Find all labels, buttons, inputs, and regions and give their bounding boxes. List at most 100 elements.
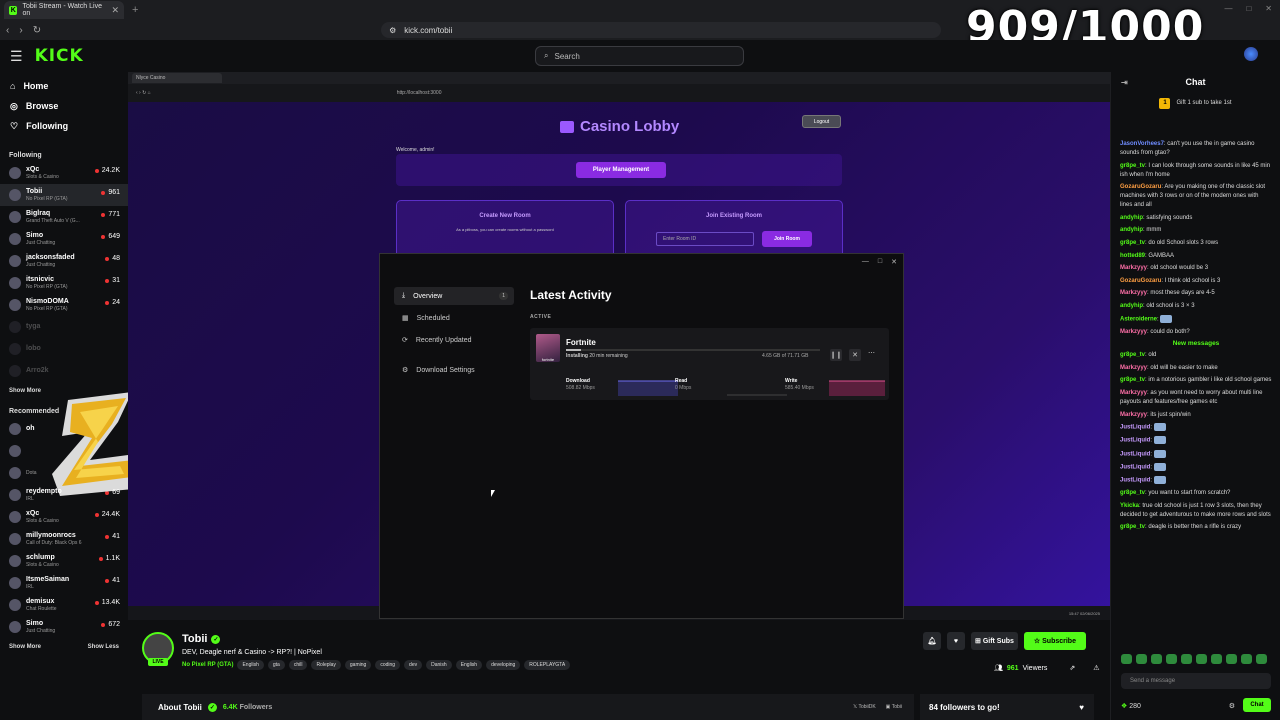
emote-icon[interactable] bbox=[1196, 654, 1207, 664]
forward-icon[interactable]: › bbox=[19, 25, 22, 36]
close-window-icon[interactable]: ✕ bbox=[1265, 4, 1272, 13]
chat-username[interactable]: andyhip bbox=[1120, 215, 1143, 221]
chat-username[interactable]: JasonVorhees7 bbox=[1120, 141, 1164, 147]
sidebar-channel-row[interactable]: xQc Slots & Casino 24.2K bbox=[0, 162, 128, 184]
stream-tag[interactable]: gaming bbox=[344, 660, 372, 670]
chat-username[interactable]: Markzyyy bbox=[1120, 390, 1147, 396]
chat-username[interactable]: Ykicka bbox=[1120, 503, 1139, 509]
follow-heart-icon[interactable]: ♥ bbox=[947, 632, 965, 650]
chat-username[interactable]: JustLiquid bbox=[1120, 478, 1150, 484]
sidebar-item-following[interactable]: ♡ Following bbox=[0, 116, 128, 136]
stream-tag[interactable]: chill bbox=[288, 660, 308, 670]
chat-username[interactable]: gr8pe_tv bbox=[1120, 524, 1145, 530]
collapse-chat-icon[interactable]: ⇥ bbox=[1121, 78, 1128, 87]
sidebar-channel-row[interactable]: millymoonrocs Call of Duty: Black Ops 6 41 bbox=[0, 528, 128, 550]
sidebar-channel-row[interactable]: demisux Chat Roulette 13.4K bbox=[0, 594, 128, 616]
sidebar-item-browse[interactable]: ◎ Browse bbox=[0, 96, 128, 116]
sidebar-channel-row[interactable]: Simo Just Chatting 649 bbox=[0, 228, 128, 250]
chat-username[interactable]: JustLiquid bbox=[1120, 464, 1150, 470]
stream-tag[interactable]: gta bbox=[267, 660, 285, 670]
chat-username[interactable]: gr8pe_tv bbox=[1120, 377, 1145, 383]
stream-tag[interactable]: English bbox=[455, 660, 483, 670]
browser-tab[interactable]: K Tobii Stream - Watch Live on ✕ bbox=[4, 1, 124, 19]
chat-username[interactable]: gr8pe_tv bbox=[1120, 163, 1145, 169]
stream-tag[interactable]: coding bbox=[375, 660, 401, 670]
sidebar-channel-row[interactable]: Arro2k bbox=[0, 360, 128, 382]
emote-icon[interactable] bbox=[1151, 654, 1162, 664]
category-link[interactable]: No Pixel RP (GTA) bbox=[182, 662, 233, 668]
chat-username[interactable]: hotted89 bbox=[1120, 253, 1145, 259]
chat-username[interactable]: andyhip bbox=[1120, 303, 1143, 309]
sidebar-channel-row[interactable]: jacksonsfaded Just Chatting 48 bbox=[0, 250, 128, 272]
menu-icon[interactable]: ☰ bbox=[10, 48, 23, 65]
chat-username[interactable]: gr8pe_tv bbox=[1120, 352, 1145, 358]
sidebar-channel-row[interactable]: NismoDOMA No Pixel RP (GTA) 24 bbox=[0, 294, 128, 316]
chat-username[interactable]: JustLiquid bbox=[1120, 451, 1150, 457]
share-icon[interactable]: ⇗ bbox=[1069, 664, 1075, 672]
stream-tag[interactable]: dev bbox=[404, 660, 423, 670]
subscribe-button[interactable]: ☆ Subscribe bbox=[1023, 632, 1086, 650]
show-more-button[interactable]: Show More bbox=[9, 644, 41, 650]
emote-icon[interactable] bbox=[1181, 654, 1192, 664]
search-input[interactable]: ⌕ Search bbox=[535, 46, 744, 66]
sidebar-channel-row[interactable]: lobo bbox=[0, 338, 128, 360]
emote-icon[interactable] bbox=[1211, 654, 1222, 664]
emote-icon[interactable] bbox=[1256, 654, 1267, 664]
chat-username[interactable]: gr8pe_tv bbox=[1120, 240, 1145, 246]
sidebar-channel-row[interactable]: xQc Slots & Casino 24.4K bbox=[0, 506, 128, 528]
reload-icon[interactable]: ↻ bbox=[33, 25, 41, 36]
sidebar-channel-row[interactable]: itsnicvic No Pixel RP (GTA) 31 bbox=[0, 272, 128, 294]
new-tab-icon[interactable]: + bbox=[132, 4, 138, 16]
sidebar-channel-row[interactable]: Simo Just Chatting 672 bbox=[0, 616, 128, 638]
chat-settings-icon[interactable]: ⚙ bbox=[1229, 702, 1235, 710]
chat-username[interactable]: gr8pe_tv bbox=[1120, 490, 1145, 496]
gift-subs-button[interactable]: ⊞ Gift Subs bbox=[971, 632, 1018, 650]
chat-username[interactable]: andyhip bbox=[1120, 227, 1143, 233]
gift-leaderboard[interactable]: 1 Gift 1 sub to take 1st bbox=[1111, 92, 1280, 114]
sidebar-channel-row[interactable]: Tobii No Pixel RP (GTA) 961 bbox=[0, 184, 128, 206]
chat-username[interactable]: Markzyyy bbox=[1120, 412, 1147, 418]
chat-username[interactable]: Asteroiderne bbox=[1120, 316, 1157, 322]
stream-tag[interactable]: Roleplay bbox=[311, 660, 341, 670]
stream-tag[interactable]: English bbox=[237, 660, 264, 670]
kick-social-link[interactable]: ▣ Tobii bbox=[886, 704, 902, 710]
maximize-icon[interactable]: □ bbox=[1246, 4, 1251, 13]
stream-tag[interactable]: developing bbox=[486, 660, 521, 670]
sidebar-channel-row[interactable]: ItsmeSaiman IRL 41 bbox=[0, 572, 128, 594]
user-avatar[interactable] bbox=[1244, 47, 1258, 61]
stream-tag[interactable]: ROLEPLAYGTA bbox=[524, 660, 571, 670]
emote-icon[interactable] bbox=[1226, 654, 1237, 664]
streamer-name-text[interactable]: Tobii bbox=[182, 633, 207, 645]
minimize-icon[interactable]: — bbox=[1224, 4, 1232, 13]
site-info-icon[interactable]: ⚙ bbox=[389, 26, 396, 35]
back-icon[interactable]: ‹ bbox=[6, 25, 9, 36]
sidebar-channel-row[interactable]: tyga bbox=[0, 316, 128, 338]
chat-username[interactable]: Markzyyy bbox=[1120, 290, 1147, 296]
emote-icon[interactable] bbox=[1241, 654, 1252, 664]
goal-heart-icon[interactable]: ♥ bbox=[1079, 703, 1084, 712]
chat-username[interactable]: Markzyyy bbox=[1120, 329, 1147, 335]
chat-username[interactable]: GozaruGozaru bbox=[1120, 184, 1161, 190]
chat-username[interactable]: JustLiquid bbox=[1120, 425, 1150, 431]
x-social-link[interactable]: 𝕏 TobiiDK bbox=[853, 704, 876, 710]
emote-icon[interactable] bbox=[1166, 654, 1177, 664]
points-count[interactable]: 280 bbox=[1129, 703, 1141, 710]
kick-logo[interactable]: KICK bbox=[35, 46, 84, 66]
sidebar-channel-row[interactable]: Biglraq Grand Theft Auto V (G... 771 bbox=[0, 206, 128, 228]
close-tab-icon[interactable]: ✕ bbox=[111, 5, 119, 16]
url-field[interactable]: ⚙ kick.com/tobii bbox=[381, 22, 942, 38]
chat-send-button[interactable]: Chat bbox=[1243, 698, 1271, 712]
sidebar-item-home[interactable]: ⌂ Home bbox=[0, 76, 128, 96]
stream-tag[interactable]: Danish bbox=[426, 660, 452, 670]
notification-bell-icon[interactable]: 🔔︎ bbox=[923, 632, 941, 650]
chat-username[interactable]: Markzyyy bbox=[1120, 365, 1147, 371]
show-less-button[interactable]: Show Less bbox=[88, 644, 119, 650]
emote-icon[interactable] bbox=[1136, 654, 1147, 664]
chat-username[interactable]: JustLiquid bbox=[1120, 438, 1150, 444]
sidebar-channel-row[interactable]: schlump Slots & Casino 1.1K bbox=[0, 550, 128, 572]
stream-player[interactable]: Nlyce Casino ‹ › ↻ ⌂ http://localhost:30… bbox=[128, 72, 1110, 620]
chat-username[interactable]: Markzyyy bbox=[1120, 265, 1147, 271]
emote-icon[interactable] bbox=[1121, 654, 1132, 664]
chat-input[interactable]: Send a message bbox=[1121, 673, 1271, 689]
report-icon[interactable]: ⚠ bbox=[1093, 664, 1099, 672]
